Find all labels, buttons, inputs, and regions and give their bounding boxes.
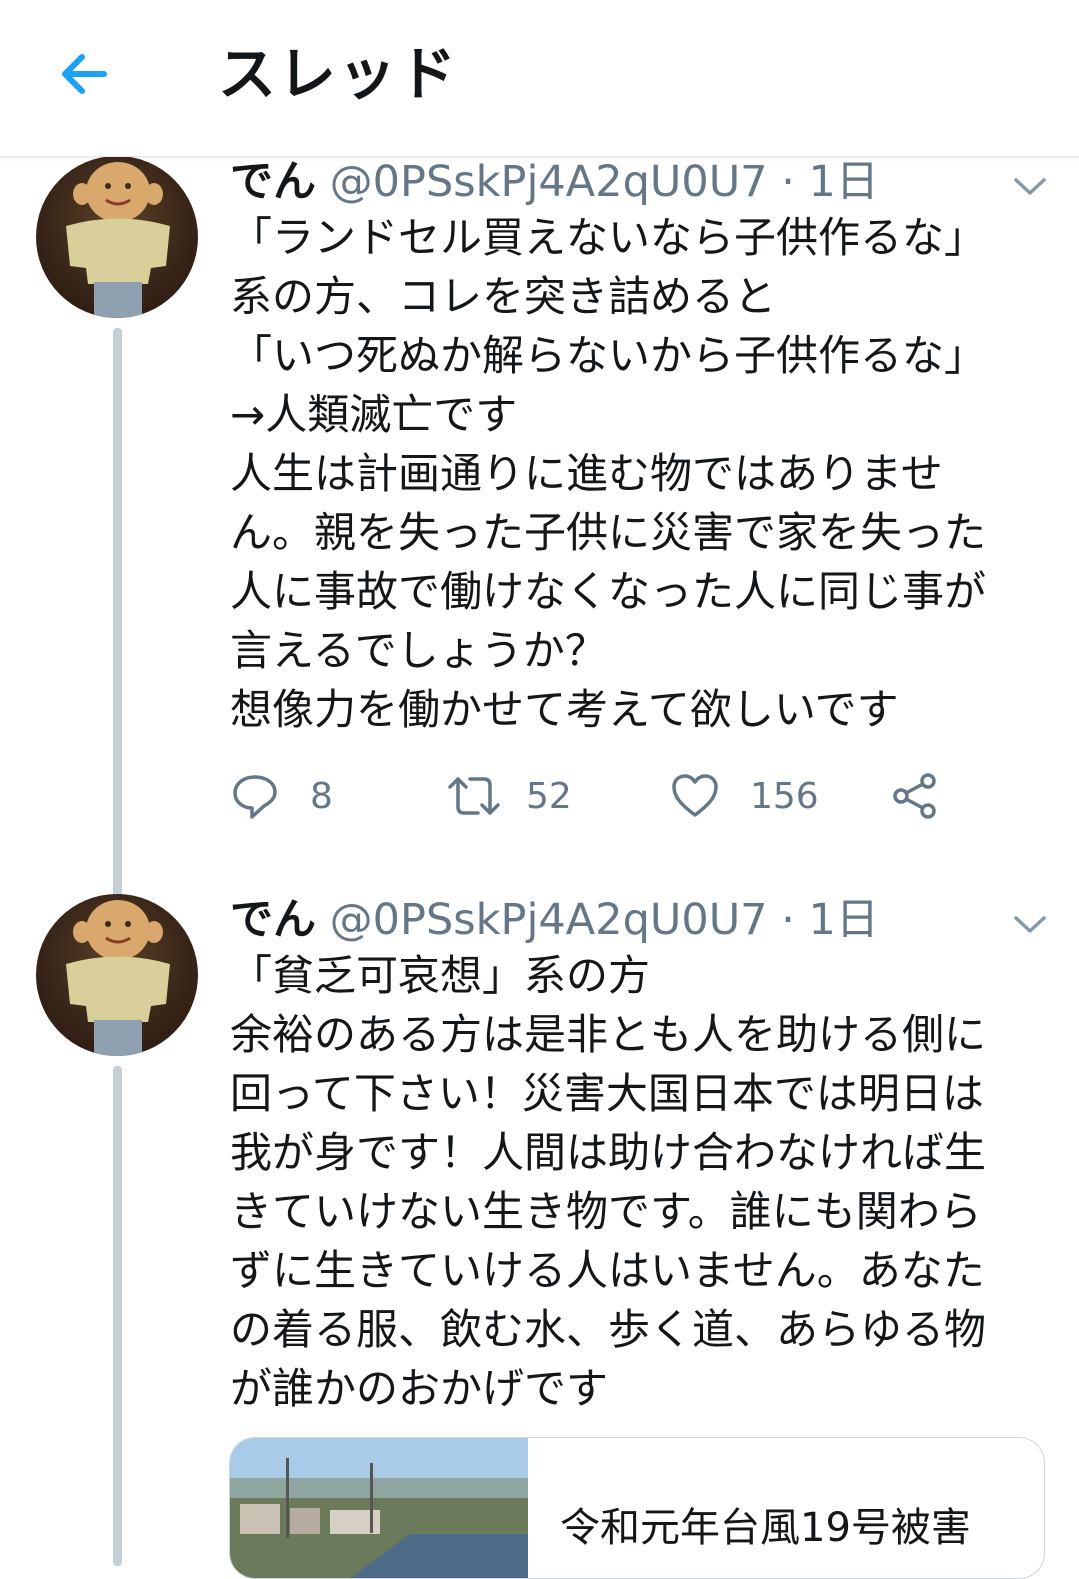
- tweet-menu-button[interactable]: [1012, 912, 1048, 936]
- avatar[interactable]: [36, 894, 198, 1056]
- retweet-icon: [448, 777, 500, 815]
- display-name[interactable]: でん: [230, 895, 316, 945]
- share-icon: [893, 773, 936, 819]
- page-title: スレッド: [218, 40, 459, 108]
- separator-dot: ·: [781, 895, 795, 945]
- share-button[interactable]: [890, 766, 940, 826]
- like-button[interactable]: 156: [670, 766, 819, 826]
- link-card[interactable]: 令和元年台風19号被害: [229, 1437, 1045, 1579]
- user-handle[interactable]: @0PSskPj4A2qU0U7: [330, 157, 768, 207]
- tweet-text: 「ランドセル買えないなら子供作るな」 系の方、コレを突き詰めると 「いつ死ぬか解…: [230, 213, 987, 734]
- avatar-image: [66, 900, 170, 1056]
- card-image: [230, 1438, 528, 1578]
- reply-icon: [233, 775, 277, 819]
- reply-count: 8: [310, 775, 333, 817]
- thread-line: [113, 1066, 122, 1566]
- like-count: 156: [750, 775, 819, 817]
- tweet-menu-button[interactable]: [1012, 174, 1048, 198]
- back-button[interactable]: [54, 44, 114, 104]
- tweet-header: でん @0PSskPj4A2qU0U7 · 1日: [230, 892, 879, 948]
- tweet-header: でん @0PSskPj4A2qU0U7 · 1日: [230, 154, 879, 210]
- timestamp[interactable]: 1日: [809, 895, 879, 945]
- reply-button[interactable]: 8: [230, 766, 333, 826]
- arrow-left-icon: [62, 54, 107, 94]
- retweet-button[interactable]: 52: [446, 766, 572, 826]
- separator-dot: ·: [781, 157, 795, 207]
- top-bar: スレッド: [0, 0, 1079, 157]
- chevron-down-icon: [1014, 178, 1046, 195]
- timestamp[interactable]: 1日: [809, 157, 879, 207]
- chevron-down-icon: [1014, 916, 1046, 933]
- card-title: 令和元年台風19号被害: [560, 1505, 971, 1551]
- tweet-text: 「貧乏可哀想」系の方 余裕のある方は是非とも人を助ける側に 回って下さい！災害大…: [230, 951, 987, 1413]
- user-handle[interactable]: @0PSskPj4A2qU0U7: [330, 895, 768, 945]
- display-name[interactable]: でん: [230, 157, 316, 207]
- retweet-count: 52: [526, 775, 572, 817]
- avatar[interactable]: [36, 156, 198, 318]
- avatar-image: [66, 162, 170, 318]
- heart-icon: [672, 774, 718, 817]
- tweet-actions: 8 52 156: [230, 766, 1010, 826]
